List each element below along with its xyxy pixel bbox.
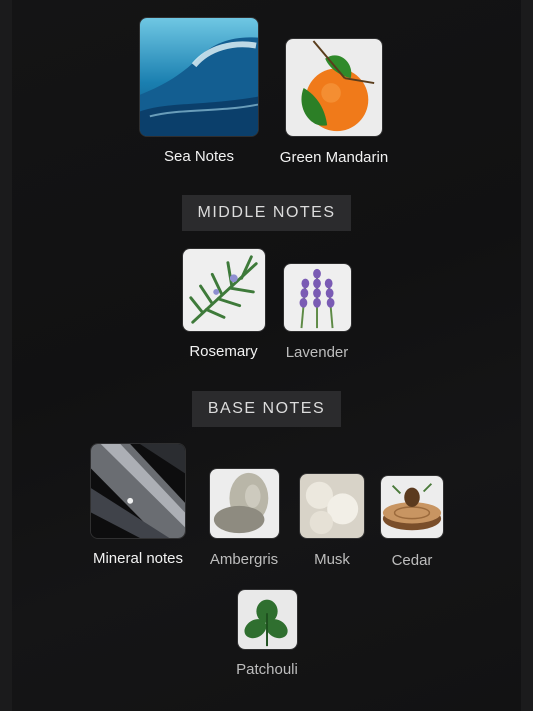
note-patchouli[interactable]: Patchouli: [228, 589, 306, 679]
musk-image: [299, 473, 365, 539]
note-label: Cedar: [391, 552, 433, 569]
middle-notes-heading[interactable]: MIDDLE NOTES: [182, 195, 351, 231]
ocean-wave-image: [139, 17, 259, 137]
note-ambergris[interactable]: Ambergris: [202, 468, 286, 569]
ambergris-image: [208, 468, 280, 539]
mineral-image: [90, 443, 186, 539]
note-cedar[interactable]: Cedar: [376, 475, 448, 570]
note-label: Ambergris: [209, 551, 279, 568]
note-label: Sea Notes: [163, 148, 235, 165]
note-label: Lavender: [285, 344, 349, 361]
note-green-mandarin[interactable]: Green Mandarin: [274, 38, 394, 167]
note-label: Rosemary: [189, 343, 258, 360]
mandarin-image: [285, 38, 383, 137]
cedar-image: [380, 475, 444, 539]
note-label: Musk: [314, 551, 350, 568]
note-label: Green Mandarin: [279, 149, 389, 166]
rosemary-image: [181, 248, 266, 332]
note-lavender[interactable]: Lavender: [276, 263, 358, 362]
right-page-edge: [520, 0, 533, 711]
note-label: Patchouli: [236, 661, 298, 678]
note-label: Mineral notes: [92, 550, 184, 567]
note-sea-notes[interactable]: Sea Notes: [138, 17, 260, 166]
note-musk[interactable]: Musk: [295, 473, 369, 569]
note-rosemary[interactable]: Rosemary: [176, 248, 271, 361]
note-mineral-notes[interactable]: Mineral notes: [85, 443, 191, 568]
patchouli-image: [236, 589, 298, 650]
lavender-image: [282, 263, 352, 332]
base-notes-heading[interactable]: BASE NOTES: [192, 391, 341, 427]
